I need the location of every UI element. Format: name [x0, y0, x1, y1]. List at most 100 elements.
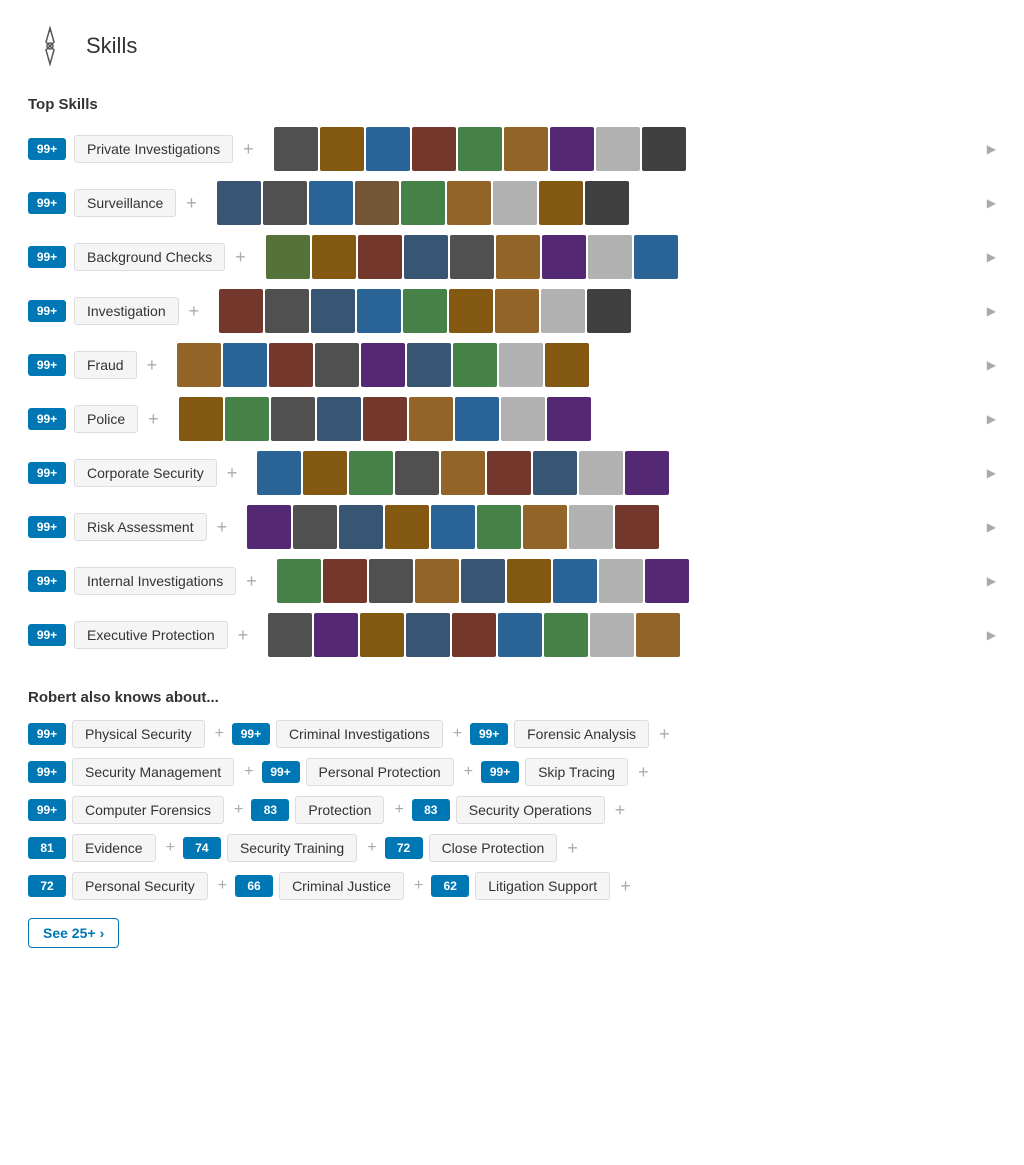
avatar[interactable] — [636, 613, 680, 657]
avatar[interactable] — [504, 127, 548, 171]
avatar[interactable] — [268, 613, 312, 657]
expand-icon[interactable]: ▶ — [987, 520, 996, 534]
avatar[interactable] — [553, 559, 597, 603]
avatar[interactable] — [303, 451, 347, 495]
avatar[interactable] — [266, 235, 310, 279]
avatar[interactable] — [357, 289, 401, 333]
avatar[interactable] — [223, 343, 267, 387]
avatar[interactable] — [458, 127, 502, 171]
avatar[interactable] — [403, 289, 447, 333]
avatar[interactable] — [366, 127, 410, 171]
expand-icon[interactable]: ▶ — [987, 412, 996, 426]
avatar[interactable] — [493, 181, 537, 225]
avatar[interactable] — [404, 235, 448, 279]
avatar[interactable] — [441, 451, 485, 495]
avatar[interactable] — [349, 451, 393, 495]
avatar[interactable] — [450, 235, 494, 279]
avatar[interactable] — [634, 235, 678, 279]
add-skill-icon[interactable]: + — [217, 517, 228, 538]
avatar[interactable] — [219, 289, 263, 333]
avatar[interactable] — [265, 289, 309, 333]
avatar[interactable] — [412, 127, 456, 171]
avatar[interactable] — [533, 451, 577, 495]
avatar[interactable] — [274, 127, 318, 171]
add-also-knows-icon[interactable]: + — [638, 762, 649, 783]
add-skill-icon[interactable]: + — [227, 463, 238, 484]
avatar[interactable] — [257, 451, 301, 495]
avatar[interactable] — [447, 181, 491, 225]
avatar[interactable] — [452, 613, 496, 657]
avatar[interactable] — [179, 397, 223, 441]
expand-icon[interactable]: ▶ — [987, 358, 996, 372]
avatar[interactable] — [217, 181, 261, 225]
add-skill-icon[interactable]: + — [147, 355, 158, 376]
expand-icon[interactable]: ▶ — [987, 466, 996, 480]
avatar[interactable] — [449, 289, 493, 333]
add-skill-icon[interactable]: + — [189, 301, 200, 322]
avatar[interactable] — [542, 235, 586, 279]
add-also-knows-icon[interactable]: + — [567, 838, 578, 859]
expand-icon[interactable]: ▶ — [987, 196, 996, 210]
avatar[interactable] — [569, 505, 613, 549]
avatar[interactable] — [541, 289, 585, 333]
add-skill-icon[interactable]: + — [148, 409, 159, 430]
avatar[interactable] — [406, 613, 450, 657]
avatar[interactable] — [590, 613, 634, 657]
avatar[interactable] — [615, 505, 659, 549]
avatar[interactable] — [625, 451, 669, 495]
avatar[interactable] — [539, 181, 583, 225]
avatar[interactable] — [645, 559, 689, 603]
avatar[interactable] — [501, 397, 545, 441]
avatar[interactable] — [453, 343, 497, 387]
avatar[interactable] — [496, 235, 540, 279]
avatar[interactable] — [545, 343, 589, 387]
avatar[interactable] — [395, 451, 439, 495]
add-skill-icon[interactable]: + — [235, 247, 246, 268]
avatar[interactable] — [358, 235, 402, 279]
avatar[interactable] — [269, 343, 313, 387]
avatar[interactable] — [498, 613, 542, 657]
add-also-knows-icon[interactable]: + — [659, 724, 670, 745]
avatar[interactable] — [339, 505, 383, 549]
avatar[interactable] — [487, 451, 531, 495]
add-also-knows-icon[interactable]: + — [615, 800, 626, 821]
add-skill-icon[interactable]: + — [243, 139, 254, 160]
avatar[interactable] — [507, 559, 551, 603]
add-skill-icon[interactable]: + — [246, 571, 257, 592]
avatar[interactable] — [495, 289, 539, 333]
avatar[interactable] — [323, 559, 367, 603]
avatar[interactable] — [585, 181, 629, 225]
add-skill-icon[interactable]: + — [238, 625, 249, 646]
avatar[interactable] — [293, 505, 337, 549]
avatar[interactable] — [550, 127, 594, 171]
avatar[interactable] — [477, 505, 521, 549]
avatar[interactable] — [385, 505, 429, 549]
avatar[interactable] — [579, 451, 623, 495]
avatar[interactable] — [431, 505, 475, 549]
add-also-knows-icon[interactable]: + — [620, 876, 631, 897]
avatar[interactable] — [461, 559, 505, 603]
avatar[interactable] — [523, 505, 567, 549]
avatar[interactable] — [263, 181, 307, 225]
avatar[interactable] — [415, 559, 459, 603]
avatar[interactable] — [225, 397, 269, 441]
see-more-button[interactable]: See 25+ › — [28, 918, 119, 948]
avatar[interactable] — [317, 397, 361, 441]
expand-icon[interactable]: ▶ — [987, 142, 996, 156]
avatar[interactable] — [599, 559, 643, 603]
avatar[interactable] — [314, 613, 358, 657]
expand-icon[interactable]: ▶ — [987, 250, 996, 264]
add-skill-icon[interactable]: + — [186, 193, 197, 214]
avatar[interactable] — [596, 127, 640, 171]
avatar[interactable] — [320, 127, 364, 171]
avatar[interactable] — [315, 343, 359, 387]
avatar[interactable] — [277, 559, 321, 603]
avatar[interactable] — [360, 613, 404, 657]
avatar[interactable] — [312, 235, 356, 279]
avatar[interactable] — [544, 613, 588, 657]
avatar[interactable] — [587, 289, 631, 333]
avatar[interactable] — [642, 127, 686, 171]
avatar[interactable] — [401, 181, 445, 225]
avatar[interactable] — [409, 397, 453, 441]
expand-icon[interactable]: ▶ — [987, 304, 996, 318]
